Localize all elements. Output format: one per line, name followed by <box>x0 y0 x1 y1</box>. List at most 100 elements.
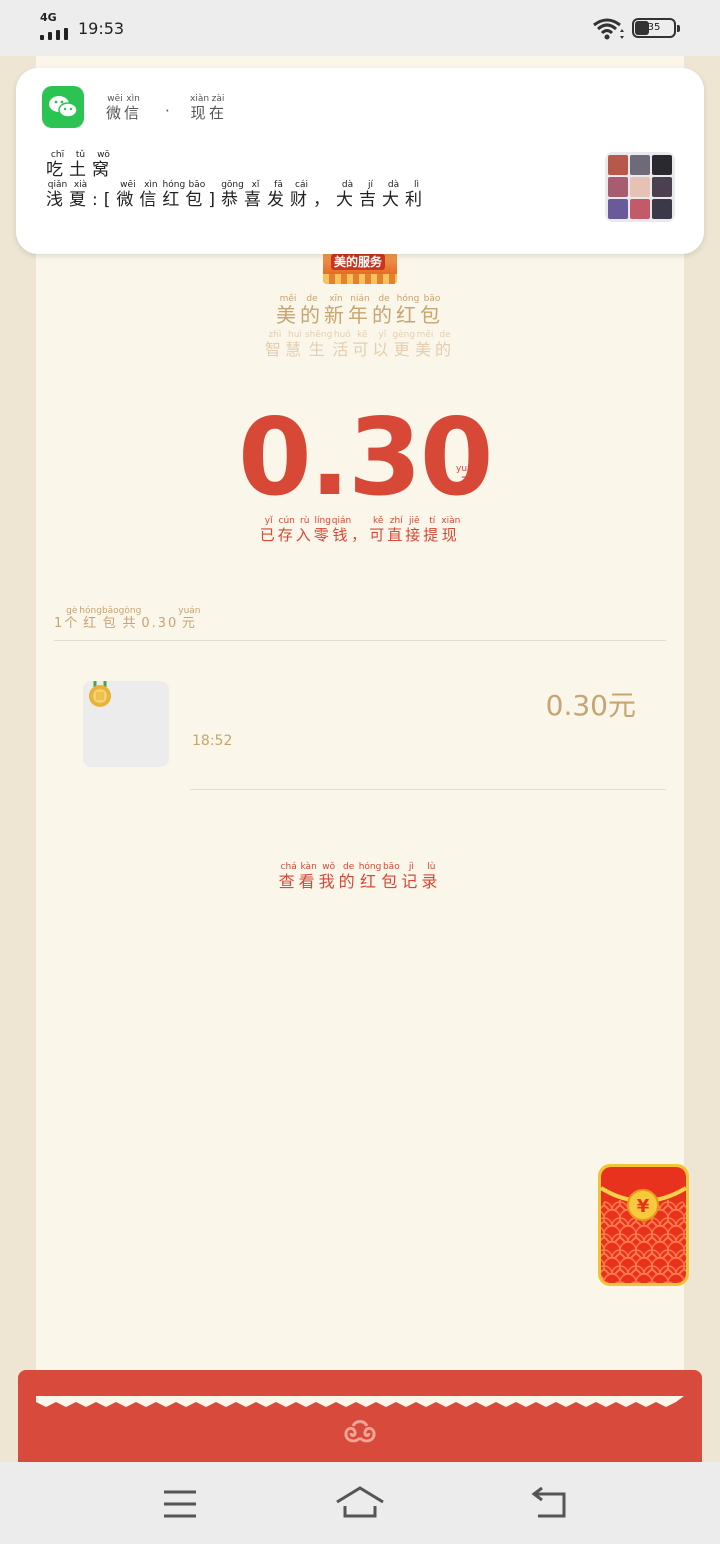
ruby-char: 红hóng <box>79 606 102 631</box>
signal-bars-icon <box>40 28 70 40</box>
ruby-char: 新xīn <box>324 294 348 327</box>
ruby-char: 吃chī <box>46 150 69 180</box>
ruby-char: 微wēi <box>106 94 125 122</box>
pinyin-annotation: gèng <box>392 330 416 340</box>
amount-note: 已yǐ存cún入rù零líng钱qián，可kě直zhí接jiē提tí现xiàn <box>0 516 720 545</box>
ruby-char: :[ <box>92 190 117 210</box>
pinyin-annotation: xīn <box>324 294 348 304</box>
pinyin-annotation: xiàn <box>441 516 461 526</box>
ruby-char: 活huó <box>332 330 353 359</box>
ruby-char: 存cún <box>277 516 296 544</box>
pinyin-annotation: dà <box>382 180 405 190</box>
ruby-char: 信xìn <box>139 180 163 210</box>
divider <box>190 789 666 790</box>
view-history-link[interactable]: 查chá看kàn我wǒ的de红hóng包bāo记jì录lù <box>0 862 720 892</box>
ruby-char: 入rù <box>295 516 314 544</box>
pinyin-annotation: nián <box>348 294 372 304</box>
ruby-char: 利lì <box>405 180 429 210</box>
brand-badge-label: 美的服务 <box>331 254 386 270</box>
ruby-char: 录lù <box>421 862 442 891</box>
ruby-char: 喜xǐ <box>244 180 268 210</box>
home-icon[interactable] <box>335 1484 385 1524</box>
status-bar: 4G 19:53 35 <box>0 0 720 56</box>
pinyin-annotation: xìn <box>124 94 143 104</box>
pinyin-annotation: tí <box>423 516 442 526</box>
wechat-notification[interactable]: 微wēi信xìn · 现xiàn在zài 吃chī土tǔ窝wō 浅qiǎn夏xi… <box>16 68 704 254</box>
record-amount: 0.30元 <box>545 689 636 722</box>
ruby-char: 记jì <box>401 862 422 891</box>
ruby-char: 智zhì <box>264 330 285 359</box>
brand-badge: 美的服务 <box>323 250 397 284</box>
ruby-char: 可kě <box>369 516 388 544</box>
page-zigzag-edge <box>36 1396 684 1407</box>
ruby-char: 窝wō <box>92 150 115 180</box>
pinyin-annotation: měi <box>415 330 436 340</box>
pinyin-annotation: wǒ <box>318 862 339 872</box>
pinyin-annotation: yǐ <box>259 516 278 526</box>
back-icon[interactable] <box>524 1484 574 1524</box>
pinyin-annotation: wēi <box>106 94 124 104</box>
ruby-char: 包bāo <box>185 180 209 210</box>
ruby-char: 包bāo <box>101 606 119 631</box>
ruby-char: 信xìn <box>124 94 143 122</box>
ruby-char: 美měi <box>276 294 300 327</box>
pinyin-annotation: hóng <box>396 294 420 304</box>
ruby-char: ， <box>351 526 370 544</box>
ruby-char: ， <box>313 190 337 210</box>
bottom-banner <box>18 1370 702 1462</box>
ruby-char: 接jiē <box>405 516 424 544</box>
pinyin-annotation: zài <box>209 94 228 104</box>
notification-sender: 吃chī土tǔ窝wō <box>46 150 115 180</box>
pinyin-annotation: gòng <box>118 606 142 616</box>
ruby-char: 微wēi <box>116 180 140 210</box>
pinyin-annotation: de <box>372 294 396 304</box>
pinyin-annotation: gōng <box>221 180 244 190</box>
ruby-char: 钱qián <box>331 516 352 544</box>
pinyin-annotation: xià <box>69 180 92 190</box>
menu-icon[interactable] <box>155 1484 205 1524</box>
ruby-char: 的de <box>300 294 324 327</box>
pinyin-annotation: wēi <box>116 180 140 190</box>
divider <box>54 640 666 641</box>
ruby-char: 恭gōng <box>221 180 245 210</box>
pinyin-annotation: gè <box>64 606 80 616</box>
pinyin-annotation: xìn <box>139 180 163 190</box>
promo-subtitle: 智zhì慧huì生shēng活huó可kě以yǐ更gèng美měi的de <box>0 330 720 360</box>
pinyin-annotation: měi <box>276 294 300 304</box>
ruby-char: 大dà <box>336 180 360 210</box>
wifi-icon <box>593 18 624 40</box>
pinyin-annotation: dà <box>336 180 359 190</box>
ruby-char: 发fā <box>267 180 291 210</box>
pinyin-annotation: yǐ <box>372 330 393 340</box>
group-avatar <box>605 152 675 222</box>
pinyin-annotation: lù <box>421 862 442 872</box>
pinyin-annotation: xiàn <box>190 94 210 104</box>
ruby-char: 提tí <box>423 516 442 544</box>
notification-time: 现xiàn在zài <box>190 94 227 123</box>
ruby-char: 的de <box>372 294 396 327</box>
pinyin-annotation: wō <box>92 150 115 160</box>
red-envelope-icon[interactable]: ¥ <box>596 1162 691 1288</box>
pinyin-annotation: jì <box>401 862 422 872</box>
pinyin-annotation: jiē <box>405 516 424 526</box>
pinyin-annotation: cái <box>290 180 314 190</box>
packet-summary: 1个gè红hóng包bāo共gòng0.30元yuán <box>54 606 201 631</box>
pinyin-annotation: yuán <box>456 464 479 474</box>
ruby-char: 以yǐ <box>372 330 393 359</box>
pinyin-annotation: kě <box>352 330 373 340</box>
ruby-char: 美měi <box>415 330 436 359</box>
ruby-char: 浅qiǎn <box>46 180 69 210</box>
promo-title: 美měi的de新xīn年nián的de红hóng包bāo <box>0 294 720 328</box>
ruby-char: 红hóng <box>358 862 382 891</box>
pinyin-annotation: rù <box>295 516 314 526</box>
ruby-char: 年nián <box>348 294 372 327</box>
pinyin-annotation: bāo <box>185 180 209 190</box>
received-amount: 0.30 <box>238 396 494 519</box>
pinyin-annotation: bāo <box>101 606 119 616</box>
pinyin-annotation: bāo <box>420 294 444 304</box>
pinyin-annotation: qián <box>331 516 352 526</box>
pinyin-annotation: qiǎn <box>46 180 69 190</box>
ruby-char: 大dà <box>382 180 406 210</box>
navigation-bar <box>0 1462 720 1544</box>
battery-level: 35 <box>647 22 661 33</box>
